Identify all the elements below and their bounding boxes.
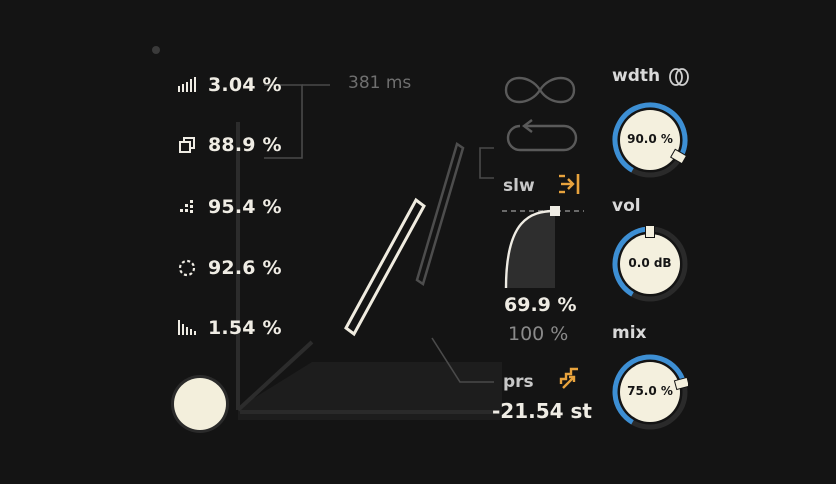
- width-label: wdth: [612, 66, 661, 86]
- loop-arrow-icon[interactable]: [502, 118, 582, 162]
- indicator-dot: [152, 46, 160, 54]
- param-value: 95.4 %: [208, 196, 282, 218]
- slew-secondary-value: 100 %: [508, 323, 569, 345]
- volume-knob[interactable]: 0.0 dB: [612, 224, 688, 302]
- param-overlap[interactable]: 88.9 %: [176, 131, 282, 159]
- grain-slab-front[interactable]: [344, 197, 426, 337]
- slew-primary-value: 69.9 %: [504, 294, 577, 316]
- param-scatter[interactable]: 95.4 %: [176, 193, 282, 221]
- stacked-squares-icon: [176, 134, 198, 156]
- slew-curve-graph[interactable]: [500, 200, 586, 296]
- plugin-panel: 3.04 % 88.9 % 95.4 % 92.6 % 1.54 % 381 m…: [0, 0, 836, 484]
- param-spin[interactable]: 92.6 %: [176, 254, 282, 282]
- mix-label: mix: [612, 323, 647, 343]
- param-spread[interactable]: 1.54 %: [176, 314, 282, 342]
- mode-bracket: [479, 147, 494, 179]
- arrow-to-bar-icon[interactable]: [557, 172, 583, 200]
- volume-label: vol: [612, 196, 641, 216]
- perspective-backdrop: [152, 46, 502, 420]
- param-value: 92.6 %: [208, 257, 282, 279]
- param-value: 88.9 %: [208, 134, 282, 156]
- width-value: 90.0 %: [627, 132, 673, 146]
- mix-knob[interactable]: 75.0 %: [612, 354, 690, 430]
- param-value: 1.54 %: [208, 317, 282, 339]
- param-value: 3.04 %: [208, 74, 282, 96]
- bars-falling-icon: [176, 317, 198, 339]
- infinity-icon[interactable]: [500, 70, 580, 114]
- width-knob[interactable]: 90.0 %: [612, 102, 688, 178]
- pixel-scatter-icon: [176, 196, 198, 218]
- volume-value: 0.0 dB: [628, 256, 672, 270]
- grain-slab-back: [415, 142, 465, 286]
- stereo-rings-icon: [668, 66, 690, 92]
- pitch-label: prs: [503, 372, 534, 392]
- slew-label: slw: [503, 176, 535, 196]
- dotted-circle-icon: [176, 257, 198, 279]
- bars-rising-icon: [176, 74, 198, 96]
- param-density[interactable]: 3.04 %: [176, 71, 282, 99]
- stairs-arrow-icon[interactable]: [558, 366, 580, 394]
- pitch-value[interactable]: -21.54 st: [492, 399, 592, 423]
- mix-value: 75.0 %: [627, 384, 673, 398]
- time-readout[interactable]: 381 ms: [348, 73, 411, 93]
- trigger-button[interactable]: [174, 378, 226, 430]
